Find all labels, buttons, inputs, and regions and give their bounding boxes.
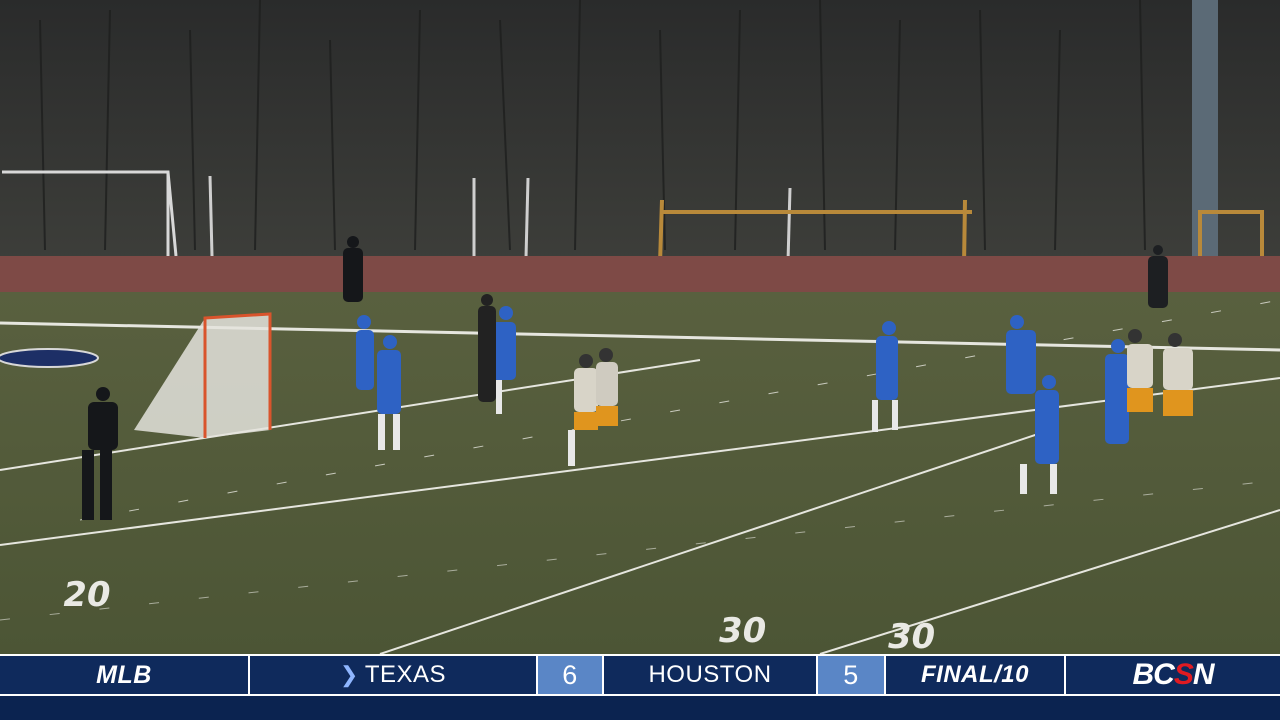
yard-number: 20	[60, 575, 114, 615]
lacrosse-field-scene: 20 20 30 30	[0, 0, 1280, 654]
yard-number: 30	[715, 611, 769, 651]
away-team: ❯ TEXAS	[250, 656, 536, 694]
league-label: MLB	[0, 656, 248, 694]
score-ticker: MLB ❯ TEXAS 6 HOUSTON 5 FINAL/10 BC S N	[0, 654, 1280, 696]
away-score: 6	[538, 656, 602, 694]
yard-number: 30	[884, 617, 938, 654]
home-team-name: HOUSTON	[604, 656, 816, 694]
network-logo: BC S N	[1066, 656, 1280, 694]
game-status: FINAL/10	[886, 656, 1064, 694]
center-logo	[0, 348, 99, 368]
chevron-right-icon: ❯	[339, 662, 359, 687]
bottom-bar	[0, 696, 1280, 720]
running-track	[0, 256, 1280, 298]
official-signal	[478, 294, 496, 402]
away-team-name: TEXAS	[364, 661, 447, 688]
light-pole	[1192, 0, 1218, 262]
home-score: 5	[818, 656, 884, 694]
video-frame: 20 20 30 30	[0, 0, 1280, 720]
player	[1105, 339, 1129, 444]
